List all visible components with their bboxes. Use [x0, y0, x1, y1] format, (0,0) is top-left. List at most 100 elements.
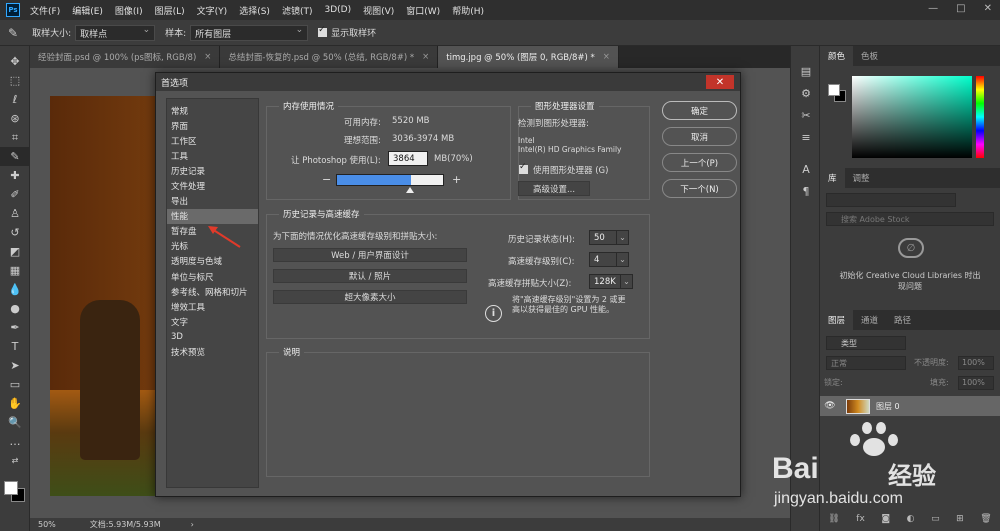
hue-slider[interactable] — [976, 76, 984, 158]
menu-help[interactable]: 帮助(H) — [452, 4, 484, 17]
dialog-close-button[interactable]: ✕ — [706, 75, 734, 89]
category-transparency[interactable]: 透明度与色域 — [167, 254, 258, 269]
more-tools-icon[interactable]: … — [0, 432, 30, 451]
path-select-tool-icon[interactable]: ➤ — [0, 356, 30, 375]
blend-mode-select[interactable]: 正常 — [826, 356, 906, 370]
dodge-tool-icon[interactable]: ● — [0, 299, 30, 318]
lasso-tool-icon[interactable]: ℓ — [0, 90, 30, 109]
properties-panel-icon[interactable]: ⚙ — [791, 82, 821, 104]
category-type[interactable]: 文字 — [167, 314, 258, 329]
doc-tab-2[interactable]: 总结封面-恢复的.psd @ 50% (总结, RGB/8#) * × — [220, 46, 439, 68]
category-workspace[interactable]: 工作区 — [167, 133, 258, 148]
gpu-advanced-button[interactable]: 高级设置... — [518, 181, 590, 196]
brushes-panel-icon[interactable]: ✂ — [791, 104, 821, 126]
memory-use-input[interactable]: 3864 — [388, 151, 428, 166]
memory-plus-icon[interactable]: + — [452, 173, 461, 186]
blur-tool-icon[interactable]: 💧 — [0, 280, 30, 299]
shape-tool-icon[interactable]: ▭ — [0, 375, 30, 394]
close-tab-icon[interactable]: × — [422, 52, 429, 62]
menu-type[interactable]: 文字(Y) — [197, 4, 228, 17]
tab-color[interactable]: 颜色 — [820, 46, 854, 66]
category-3d[interactable]: 3D — [167, 329, 258, 344]
tab-layers[interactable]: 图层 — [820, 310, 854, 330]
hand-tool-icon[interactable]: ✋ — [0, 394, 30, 413]
maximize-icon[interactable]: □ — [956, 3, 965, 14]
show-ring-checkbox[interactable] — [318, 25, 328, 37]
menu-file[interactable]: 文件(F) — [30, 4, 60, 17]
character-panel-icon[interactable]: A — [791, 158, 821, 180]
category-tools[interactable]: 工具 — [167, 148, 258, 163]
menu-select[interactable]: 选择(S) — [239, 4, 270, 17]
close-window-icon[interactable]: ✕ — [984, 3, 992, 14]
ok-button[interactable]: 确定 — [662, 101, 737, 120]
cancel-button[interactable]: 取消 — [662, 127, 737, 146]
sample-size-select[interactable]: 取样点 — [75, 24, 156, 41]
eraser-tool-icon[interactable]: ◩ — [0, 242, 30, 261]
category-units-rulers[interactable]: 单位与标尺 — [167, 269, 258, 284]
preset-web-ui-button[interactable]: Web / 用户界面设计 — [273, 248, 467, 262]
foreground-color-swatch[interactable] — [4, 481, 18, 495]
preset-huge-pixel-button[interactable]: 超大像素大小 — [273, 290, 467, 304]
layer-name[interactable]: 图层 0 — [876, 401, 900, 412]
opacity-input[interactable]: 100% — [958, 356, 994, 370]
use-gpu-checkbox[interactable] — [519, 162, 528, 174]
tab-channels[interactable]: 通道 — [853, 310, 886, 330]
eyedropper-tool-icon-selected[interactable]: ✎ — [0, 147, 30, 166]
doc-tab-1[interactable]: 经验封面.psd @ 100% (ps图标, RGB/8) × — [30, 46, 221, 68]
close-tab-icon[interactable]: × — [603, 52, 610, 62]
brush-tool-icon[interactable]: ✐ — [0, 185, 30, 204]
memory-slider[interactable] — [336, 174, 444, 186]
pen-tool-icon[interactable]: ✒ — [0, 318, 30, 337]
chevron-down-icon[interactable]: ⌄ — [620, 275, 632, 288]
category-general[interactable]: 常规 — [167, 103, 258, 118]
history-brush-tool-icon[interactable]: ↺ — [0, 223, 30, 242]
memory-minus-icon[interactable]: − — [322, 173, 331, 186]
category-export[interactable]: 导出 — [167, 194, 258, 209]
crop-tool-icon[interactable]: ⌗ — [0, 128, 30, 147]
paragraph-panel-icon[interactable]: ¶ — [791, 180, 821, 202]
status-menu-arrow-icon[interactable]: › — [191, 520, 194, 529]
adjust-panel-icon[interactable]: ≡ — [791, 126, 821, 148]
color-picker-field[interactable] — [852, 76, 972, 158]
menu-layer[interactable]: 图层(L) — [155, 4, 185, 17]
category-tech-preview[interactable]: 技术预览 — [167, 345, 258, 360]
prev-button[interactable]: 上一个(P) — [662, 153, 737, 172]
marquee-tool-icon[interactable]: ⬚ — [0, 71, 30, 90]
category-interface[interactable]: 界面 — [167, 118, 258, 133]
memory-slider-thumb[interactable] — [406, 187, 415, 193]
category-plugins[interactable]: 增效工具 — [167, 299, 258, 314]
healing-brush-tool-icon[interactable]: ✚ — [0, 166, 30, 185]
sample-select[interactable]: 所有图层 — [190, 24, 309, 41]
layer-filter-select[interactable]: 类型 — [826, 336, 906, 350]
menu-filter[interactable]: 滤镜(T) — [282, 4, 313, 17]
close-tab-icon[interactable]: × — [204, 52, 211, 62]
preset-default-photos-button[interactable]: 默认 / 照片 — [273, 269, 467, 283]
menu-view[interactable]: 视图(V) — [363, 4, 394, 17]
category-guides-grid[interactable]: 参考线、网格和切片 — [167, 284, 258, 299]
chevron-down-icon[interactable]: ⌄ — [616, 231, 628, 244]
chevron-down-icon[interactable]: ⌄ — [616, 253, 628, 266]
cache-tile-size-select[interactable]: 128K ⌄ — [589, 274, 633, 289]
clone-stamp-tool-icon[interactable]: ♙ — [0, 204, 30, 223]
doc-tab-3[interactable]: timg.jpg @ 50% (图层 0, RGB/8#) * × — [438, 46, 619, 68]
category-file-handling[interactable]: 文件处理 — [167, 178, 258, 193]
eyedropper-tool-icon[interactable]: ✎ — [8, 26, 18, 40]
type-tool-icon[interactable]: T — [0, 337, 30, 356]
gradient-tool-icon[interactable]: ▦ — [0, 261, 30, 280]
color-fg-swatch[interactable] — [828, 84, 840, 96]
visibility-eye-icon[interactable]: 👁 — [820, 401, 840, 411]
layer-row[interactable]: 👁 图层 0 — [820, 396, 1000, 416]
tab-adjustments[interactable]: 调整 — [845, 168, 878, 188]
quick-select-tool-icon[interactable]: ⊛ — [0, 109, 30, 128]
next-button[interactable]: 下一个(N) — [662, 179, 737, 198]
tab-libraries[interactable]: 库 — [820, 168, 845, 188]
tab-paths[interactable]: 路径 — [886, 310, 919, 330]
zoom-tool-icon[interactable]: 🔍 — [0, 413, 30, 432]
menu-3d[interactable]: 3D(D) — [324, 5, 351, 15]
swap-colors-icon[interactable]: ⇄ — [0, 451, 30, 470]
library-search-input[interactable]: 搜索 Adobe Stock — [826, 212, 994, 226]
minimize-icon[interactable]: — — [928, 3, 938, 14]
delete-layer-icon[interactable]: 🗑 — [980, 514, 991, 531]
zoom-level[interactable]: 50% — [38, 520, 56, 529]
menu-image[interactable]: 图像(I) — [115, 4, 143, 17]
